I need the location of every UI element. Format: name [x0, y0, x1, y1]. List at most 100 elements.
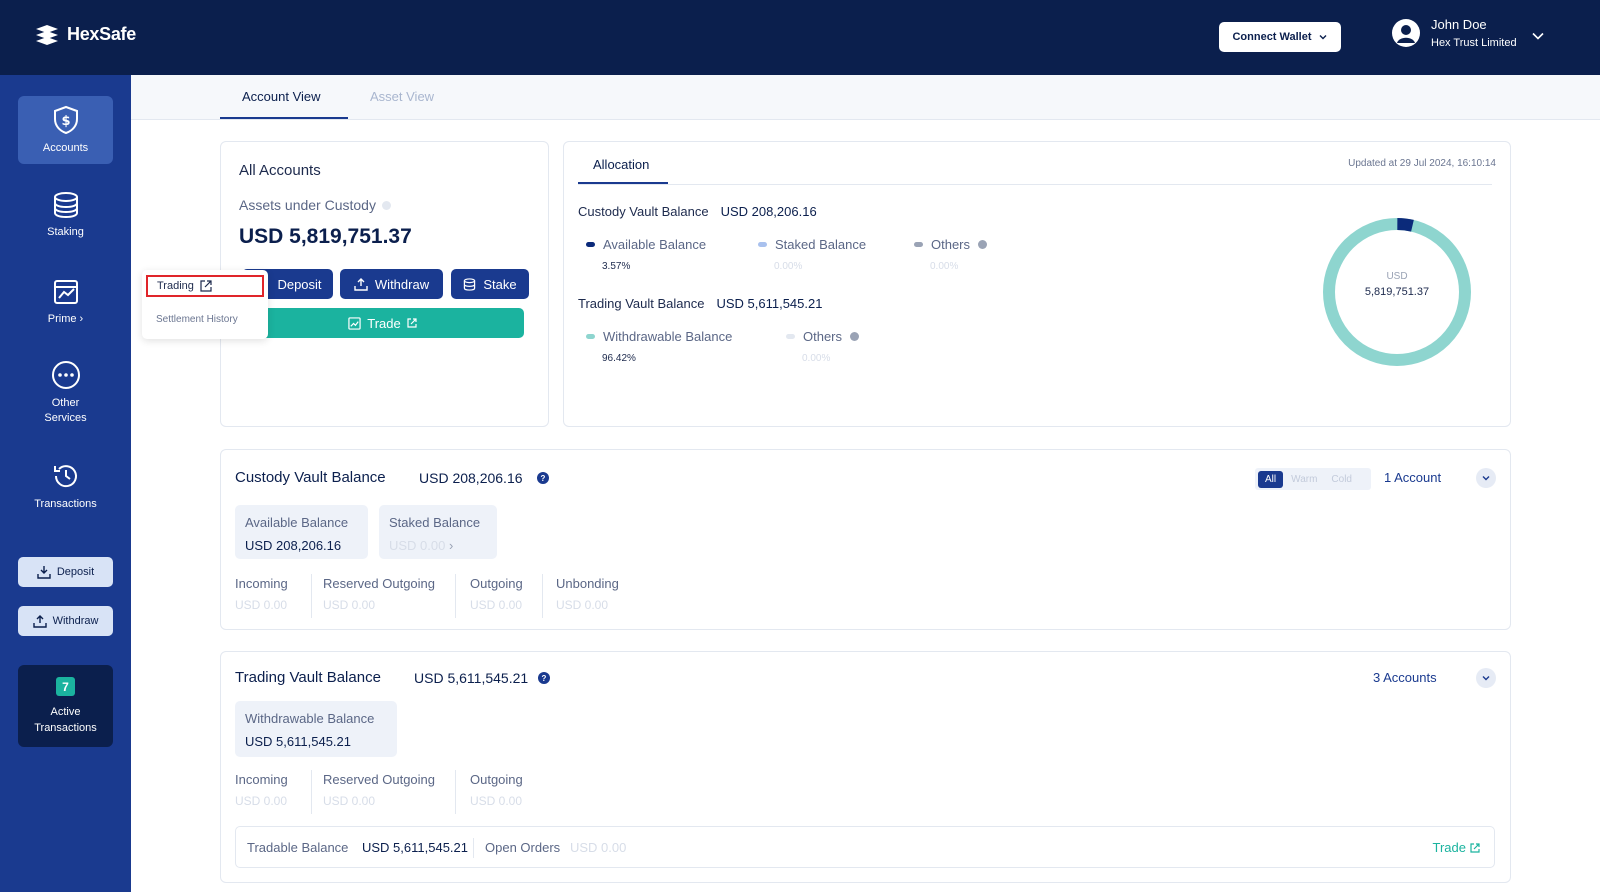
- top-bar: HexSafe Connect Wallet John Doe Hex Trus…: [0, 0, 1600, 75]
- legend-swatch: [586, 242, 595, 247]
- outgoing-value: USD 0.00: [470, 598, 523, 612]
- trading-label: Trading: [157, 280, 194, 292]
- legend-others: Others: [914, 237, 988, 252]
- stake-button[interactable]: Stake: [451, 269, 529, 299]
- reserved-outgoing-value: USD 0.00: [323, 598, 376, 612]
- sidebar-deposit-button[interactable]: Deposit: [18, 557, 113, 587]
- outgoing-label: Outgoing: [470, 772, 523, 787]
- sidebar-withdraw-button[interactable]: Withdraw: [18, 606, 113, 636]
- legend-label: Withdrawable Balance: [603, 329, 733, 344]
- user-name: John Doe: [1431, 17, 1487, 32]
- legend-swatch: [914, 242, 923, 247]
- trading-vault-amount: USD 5,611,545.21: [716, 296, 823, 311]
- chart-icon: [348, 316, 361, 330]
- donut-segment-custody: [1397, 218, 1414, 232]
- expand-button[interactable]: [1476, 668, 1496, 688]
- account-count-link[interactable]: 3 Accounts: [1373, 670, 1437, 685]
- info-icon[interactable]: [850, 332, 860, 341]
- sidebar-item-label: Other Services: [44, 397, 87, 424]
- updated-timestamp: Updated at 29 Jul 2024, 16:10:14: [1348, 158, 1496, 169]
- available-balance-pill: Available Balance USD 208,206.16: [235, 505, 368, 559]
- menu-item-trading[interactable]: Trading: [146, 275, 264, 297]
- withdraw-button[interactable]: Withdraw: [340, 269, 443, 299]
- active-transactions-card[interactable]: 7 Active Transactions: [18, 665, 113, 747]
- legend-value: 96.42%: [602, 353, 636, 364]
- account-count-link[interactable]: 1 Account: [1384, 470, 1441, 485]
- more-icon: [51, 361, 80, 389]
- custody-vault-amount: USD 208,206.16: [720, 204, 817, 219]
- user-org: Hex Trust Limited: [1431, 37, 1517, 49]
- sidebar-item-prime[interactable]: Prime ›: [18, 278, 113, 327]
- database-icon: [464, 277, 476, 291]
- legend-staked-balance: Staked Balance: [758, 237, 866, 252]
- sidebar-item-transactions[interactable]: Transactions: [18, 461, 113, 512]
- incoming-value: USD 0.00: [235, 598, 288, 612]
- filter-warm[interactable]: Warm: [1291, 474, 1317, 485]
- trade-dropdown-menu: Trading Settlement History: [142, 270, 268, 339]
- all-accounts-card: All Accounts Assets under Custody USD 5,…: [220, 141, 549, 427]
- tab-asset-view[interactable]: Asset View: [370, 89, 434, 104]
- download-icon: [37, 566, 51, 579]
- withdrawable-balance-value: USD 5,611,545.21: [245, 734, 351, 749]
- trading-vault-card: Trading Vault Balance USD 5,611,545.21 ?…: [220, 651, 1511, 883]
- divider: [542, 574, 543, 618]
- sidebar-item-other-services[interactable]: Other Services: [18, 360, 113, 426]
- open-orders-value: USD 0.00: [570, 840, 627, 855]
- legend-label: Staked Balance: [775, 237, 867, 252]
- chart-icon: [53, 280, 78, 304]
- database-icon: [53, 192, 78, 219]
- custody-vault-title: Custody Vault Balance: [235, 469, 386, 486]
- trade-label: Trade: [1432, 840, 1466, 855]
- active-tab-indicator: [578, 182, 668, 184]
- tab-allocation[interactable]: Allocation: [593, 157, 649, 172]
- legend-swatch: [758, 242, 767, 247]
- divider: [455, 574, 456, 618]
- info-icon[interactable]: [381, 200, 391, 210]
- logo-text: HexSafe: [67, 24, 136, 44]
- sidebar-item-accounts[interactable]: $ Accounts: [18, 96, 113, 164]
- user-menu[interactable]: John Doe Hex Trust Limited: [1391, 17, 1517, 49]
- legend-value: 0.00%: [930, 261, 959, 272]
- custody-vault-summary: Custody Vault Balance USD 208,206.16: [578, 204, 817, 219]
- incoming-label: Incoming: [235, 772, 288, 787]
- available-balance-value: USD 208,206.16: [245, 538, 342, 553]
- chevron-down-icon: [1482, 676, 1490, 681]
- filter-all[interactable]: All: [1258, 470, 1284, 488]
- wallet-type-filter: All Warm Cold: [1255, 468, 1371, 490]
- info-icon[interactable]: [978, 240, 988, 249]
- withdraw-label: Withdraw: [374, 276, 430, 292]
- legend-label: Available Balance: [603, 237, 707, 252]
- help-icon[interactable]: ?: [538, 672, 550, 684]
- active-transactions-label: Active Transactions: [34, 706, 97, 734]
- chevron-down-icon[interactable]: [1530, 28, 1546, 44]
- menu-item-settlement-history[interactable]: Settlement History: [156, 314, 238, 325]
- svg-text:$: $: [61, 114, 70, 129]
- trade-button[interactable]: Trade: [241, 308, 524, 338]
- donut-total: 5,819,751.37: [1364, 286, 1430, 298]
- connect-wallet-button[interactable]: Connect Wallet: [1219, 22, 1341, 52]
- sidebar-item-staking[interactable]: Staking: [18, 191, 113, 240]
- trade-link[interactable]: Trade: [1433, 840, 1480, 855]
- filter-cold[interactable]: Cold: [1331, 474, 1352, 485]
- upload-icon: [32, 615, 47, 628]
- sidebar-item-label: Prime ›: [47, 313, 84, 325]
- external-link-icon: [1470, 842, 1480, 853]
- logo[interactable]: HexSafe: [34, 24, 136, 45]
- custody-vault-title: Custody Vault Balance: [578, 204, 709, 219]
- reserved-outgoing-label: Reserved Outgoing: [323, 772, 436, 787]
- assets-under-custody-text: Assets under Custody: [239, 197, 376, 213]
- sidebar: $ Accounts Staking Prime › Other Service…: [0, 75, 131, 892]
- tab-account-view[interactable]: Account View: [242, 89, 321, 104]
- help-icon[interactable]: ?: [537, 472, 549, 484]
- unbonding-value: USD 0.00: [556, 598, 609, 612]
- reserved-outgoing-value: USD 0.00: [323, 794, 376, 808]
- logo-icon: [36, 24, 58, 45]
- expand-button[interactable]: [1476, 468, 1496, 488]
- staked-balance-pill[interactable]: Staked Balance USD 0.00 ›: [379, 505, 497, 559]
- view-tabs: Account View Asset View: [131, 75, 1600, 120]
- withdrawable-balance-label: Withdrawable Balance: [245, 711, 375, 726]
- custody-vault-card: Custody Vault Balance USD 208,206.16 ? A…: [220, 449, 1511, 630]
- legend-label: Others: [931, 237, 971, 252]
- chevron-down-icon: [1319, 35, 1327, 40]
- trading-vault-title: Trading Vault Balance: [235, 669, 381, 686]
